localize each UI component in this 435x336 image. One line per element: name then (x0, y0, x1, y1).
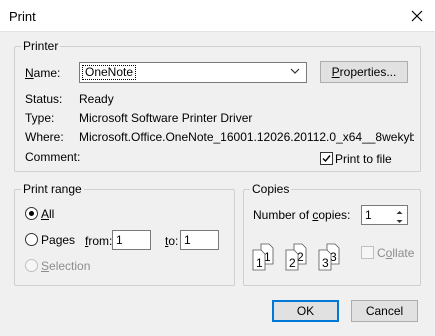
printer-name-select[interactable]: OneNote (79, 62, 307, 83)
close-icon (411, 10, 423, 22)
status-label: Status: (25, 92, 63, 106)
close-button[interactable] (399, 0, 435, 32)
printer-group-label: Printer (21, 39, 61, 53)
to-label: to: (165, 234, 179, 248)
ok-button[interactable]: OK (272, 300, 339, 322)
chevron-down-icon (290, 68, 300, 74)
print-range-group-label: Print range (21, 182, 84, 196)
collate-set-3: 3 3 (318, 243, 340, 271)
spin-up-button[interactable] (392, 206, 407, 215)
from-input[interactable]: 1 (112, 230, 151, 250)
selection-label[interactable]: Selection (41, 259, 90, 273)
printer-name-value: OneNote (82, 65, 137, 80)
cancel-button[interactable]: Cancel (351, 300, 418, 322)
copies-group-label: Copies (250, 182, 292, 196)
collate-page-label: 1 (256, 256, 263, 270)
collate-set-1: 1 1 (252, 243, 274, 271)
status-value: Ready (79, 92, 114, 106)
properties-button[interactable]: Properties... (320, 61, 408, 83)
title-bar: Print (0, 0, 435, 32)
pages-radio[interactable] (25, 233, 38, 246)
collate-page-label: 3 (322, 256, 329, 270)
type-value: Microsoft Software Printer Driver (79, 111, 253, 125)
print-to-file-checkbox[interactable] (320, 152, 333, 165)
type-label: Type: (25, 111, 55, 125)
collate-label[interactable]: Collate (377, 246, 414, 260)
to-input[interactable]: 1 (180, 230, 219, 250)
collate-set-2: 2 2 (285, 243, 307, 271)
number-of-copies-label: Number of copies: (253, 208, 351, 222)
printer-name-label: Name: (25, 66, 61, 80)
copies-spinner[interactable] (392, 206, 407, 224)
from-label: from: (85, 234, 113, 248)
pages-label[interactable]: Pages (41, 233, 75, 247)
where-label: Where: (25, 130, 64, 144)
print-to-file-label[interactable]: Print to file (335, 152, 392, 166)
checkmark-icon (322, 155, 331, 163)
spin-down-button[interactable] (392, 215, 407, 224)
window-title: Print (9, 9, 36, 24)
collate-checkbox[interactable] (361, 246, 374, 259)
all-radio[interactable] (25, 207, 38, 220)
comment-label: Comment: (25, 150, 81, 164)
collate-pages-icon: 1 1 2 2 3 3 (252, 243, 340, 271)
chevron-down-icon (396, 220, 403, 223)
all-label[interactable]: All (41, 207, 54, 221)
collate-page-label: 2 (289, 256, 296, 270)
selection-radio[interactable] (25, 259, 38, 272)
where-value: Microsoft.Office.OneNote_16001.12026.201… (79, 130, 414, 144)
